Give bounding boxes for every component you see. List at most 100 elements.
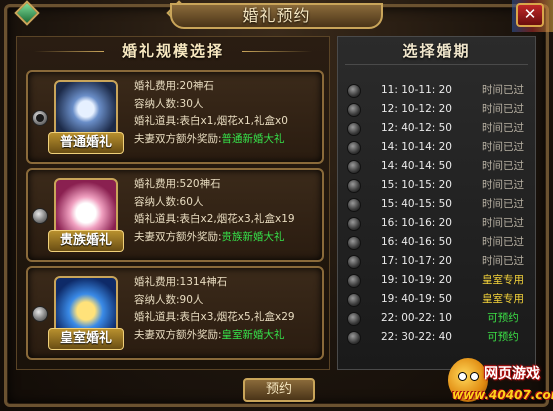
scale-panel-title: 婚礼规模选择 [121,42,224,60]
wedding-reservation-dialog: 婚礼预约 ✕ 婚礼规模选择 普通婚礼 婚礼费用:20神石 容纳人数:30人 婚礼… [0,0,553,411]
option-name: 贵族婚礼 [48,230,124,252]
option-cost: 婚礼费用:1314神石 [134,276,228,288]
slot-radio[interactable] [347,198,361,212]
option-radio[interactable] [32,208,48,224]
time-slot[interactable]: 14: 40-14: 50 时间已过 [345,158,530,174]
scale-panel-header: 婚礼规模选择 [16,38,330,64]
slot-time: 19: 10-19: 20 [381,274,452,286]
slot-radio[interactable] [347,122,361,136]
option-capacity: 容纳人数:60人 [134,195,204,208]
option-reward-line: 夫妻双方额外奖励:皇室新婚大礼 [134,327,322,345]
slot-radio[interactable] [347,312,361,326]
slot-status: 时间已过 [482,160,524,172]
reward-value: 皇室新婚大礼 [221,328,285,341]
slot-status: 可预约 [487,312,519,324]
reward-value: 贵族新婚大礼 [221,230,285,243]
time-slot[interactable]: 19: 10-19: 20 皇室专用 [345,272,530,288]
slot-status: 皇室专用 [482,274,524,286]
slot-time: 14: 40-14: 50 [381,160,452,172]
slot-time: 12: 40-12: 50 [381,122,452,134]
option-props: 婚礼道具:表白x3,烟花x5,礼盒x29 [134,311,295,323]
time-slot[interactable]: 16: 40-16: 50 时间已过 [345,234,530,250]
slot-status: 时间已过 [482,236,524,248]
slot-radio[interactable] [347,236,361,250]
header-ornament [34,51,104,52]
option-capacity: 容纳人数:90人 [134,293,204,306]
reward-value: 普通新婚大礼 [221,132,285,145]
option-cost: 婚礼费用:20神石 [134,80,214,92]
slot-time: 12: 10-12: 20 [381,103,452,115]
slot-radio[interactable] [347,179,361,193]
slot-status: 时间已过 [482,217,524,229]
option-info: 婚礼费用:520神石 容纳人数:60人 婚礼道具:表白x2,烟花x3,礼盒x19… [134,176,322,246]
slot-status: 时间已过 [482,84,524,96]
slot-radio[interactable] [347,293,361,307]
wedding-option-normal[interactable]: 普通婚礼 婚礼费用:20神石 容纳人数:30人 婚礼道具:表白x1,烟花x1,礼… [26,70,324,164]
reward-prefix: 夫妻双方额外奖励: [134,328,222,341]
option-capacity: 容纳人数:30人 [134,97,204,110]
slot-status: 时间已过 [482,103,524,115]
option-props: 婚礼道具:表白x1,烟花x1,礼盒x0 [134,115,288,127]
slot-status: 时间已过 [482,255,524,267]
option-name: 普通婚礼 [48,132,124,154]
wedding-option-royal[interactable]: 皇室婚礼 婚礼费用:1314神石 容纳人数:90人 婚礼道具:表白x3,烟花x5… [26,266,324,360]
close-button[interactable]: ✕ [516,3,544,27]
time-slot[interactable]: 15: 10-15: 20 时间已过 [345,177,530,193]
option-radio[interactable] [32,306,48,322]
slot-radio[interactable] [347,84,361,98]
reward-prefix: 夫妻双方额外奖励: [134,132,222,145]
title-bar: 婚礼预约 [170,3,383,29]
time-slot[interactable]: 17: 10-17: 20 时间已过 [345,253,530,269]
slot-time: 22: 00-22: 10 [381,312,452,324]
slot-time: 17: 10-17: 20 [381,255,452,267]
slot-status: 时间已过 [482,141,524,153]
option-name: 皇室婚礼 [48,328,124,350]
reward-prefix: 夫妻双方额外奖励: [134,230,222,243]
time-slot[interactable]: 22: 30-22: 40 可预约 [345,329,530,345]
option-cost: 婚礼费用:520神石 [134,178,221,190]
time-slot[interactable]: 19: 40-19: 50 皇室专用 [345,291,530,307]
mascot-eye [458,372,467,381]
option-radio[interactable] [32,110,48,126]
slot-time: 16: 40-16: 50 [381,236,452,248]
slot-status: 可预约 [487,331,519,343]
slot-time: 14: 10-14: 20 [381,141,452,153]
slot-radio[interactable] [347,255,361,269]
time-slot[interactable]: 11: 10-11: 20 时间已过 [345,82,530,98]
time-slot[interactable]: 15: 40-15: 50 时间已过 [345,196,530,212]
option-props: 婚礼道具:表白x2,烟花x3,礼盒x19 [134,213,295,225]
slot-radio[interactable] [347,103,361,117]
time-slot[interactable]: 14: 10-14: 20 时间已过 [345,139,530,155]
time-slot[interactable]: 12: 40-12: 50 时间已过 [345,120,530,136]
wedding-option-noble[interactable]: 贵族婚礼 婚礼费用:520神石 容纳人数:60人 婚礼道具:表白x2,烟花x3,… [26,168,324,262]
slot-time: 15: 40-15: 50 [381,198,452,210]
option-info: 婚礼费用:1314神石 容纳人数:90人 婚礼道具:表白x3,烟花x5,礼盒x2… [134,274,322,344]
slot-time: 22: 30-22: 40 [381,331,452,343]
slot-status: 皇室专用 [482,293,524,305]
slot-time: 11: 10-11: 20 [381,84,452,96]
slot-status: 时间已过 [482,198,524,210]
time-slot[interactable]: 16: 10-16: 20 时间已过 [345,215,530,231]
slot-status: 时间已过 [482,179,524,191]
option-reward-line: 夫妻双方额外奖励:贵族新婚大礼 [134,229,322,247]
option-info: 婚礼费用:20神石 容纳人数:30人 婚礼道具:表白x1,烟花x1,礼盒x0 夫… [134,78,322,148]
slot-time: 15: 10-15: 20 [381,179,452,191]
option-reward-line: 夫妻双方额外奖励:普通新婚大礼 [134,131,322,149]
header-ornament [242,51,312,52]
slot-time: 16: 10-16: 20 [381,217,452,229]
date-panel-title: 选择婚期 [402,42,471,60]
slot-status: 时间已过 [482,122,524,134]
dialog-title: 婚礼预约 [242,6,311,25]
watermark-url: www.40407.com [452,388,553,402]
watermark-title: 网页游戏 [484,366,540,382]
time-slot[interactable]: 22: 00-22: 10 可预约 [345,310,530,326]
slot-radio[interactable] [347,331,361,345]
reserve-button[interactable]: 预约 [243,378,315,402]
slot-radio[interactable] [347,160,361,174]
slot-radio[interactable] [347,217,361,231]
slot-radio[interactable] [347,274,361,288]
time-slot[interactable]: 12: 10-12: 20 时间已过 [345,101,530,117]
slot-radio[interactable] [347,141,361,155]
slot-time: 19: 40-19: 50 [381,293,452,305]
date-panel-divider [345,64,528,65]
